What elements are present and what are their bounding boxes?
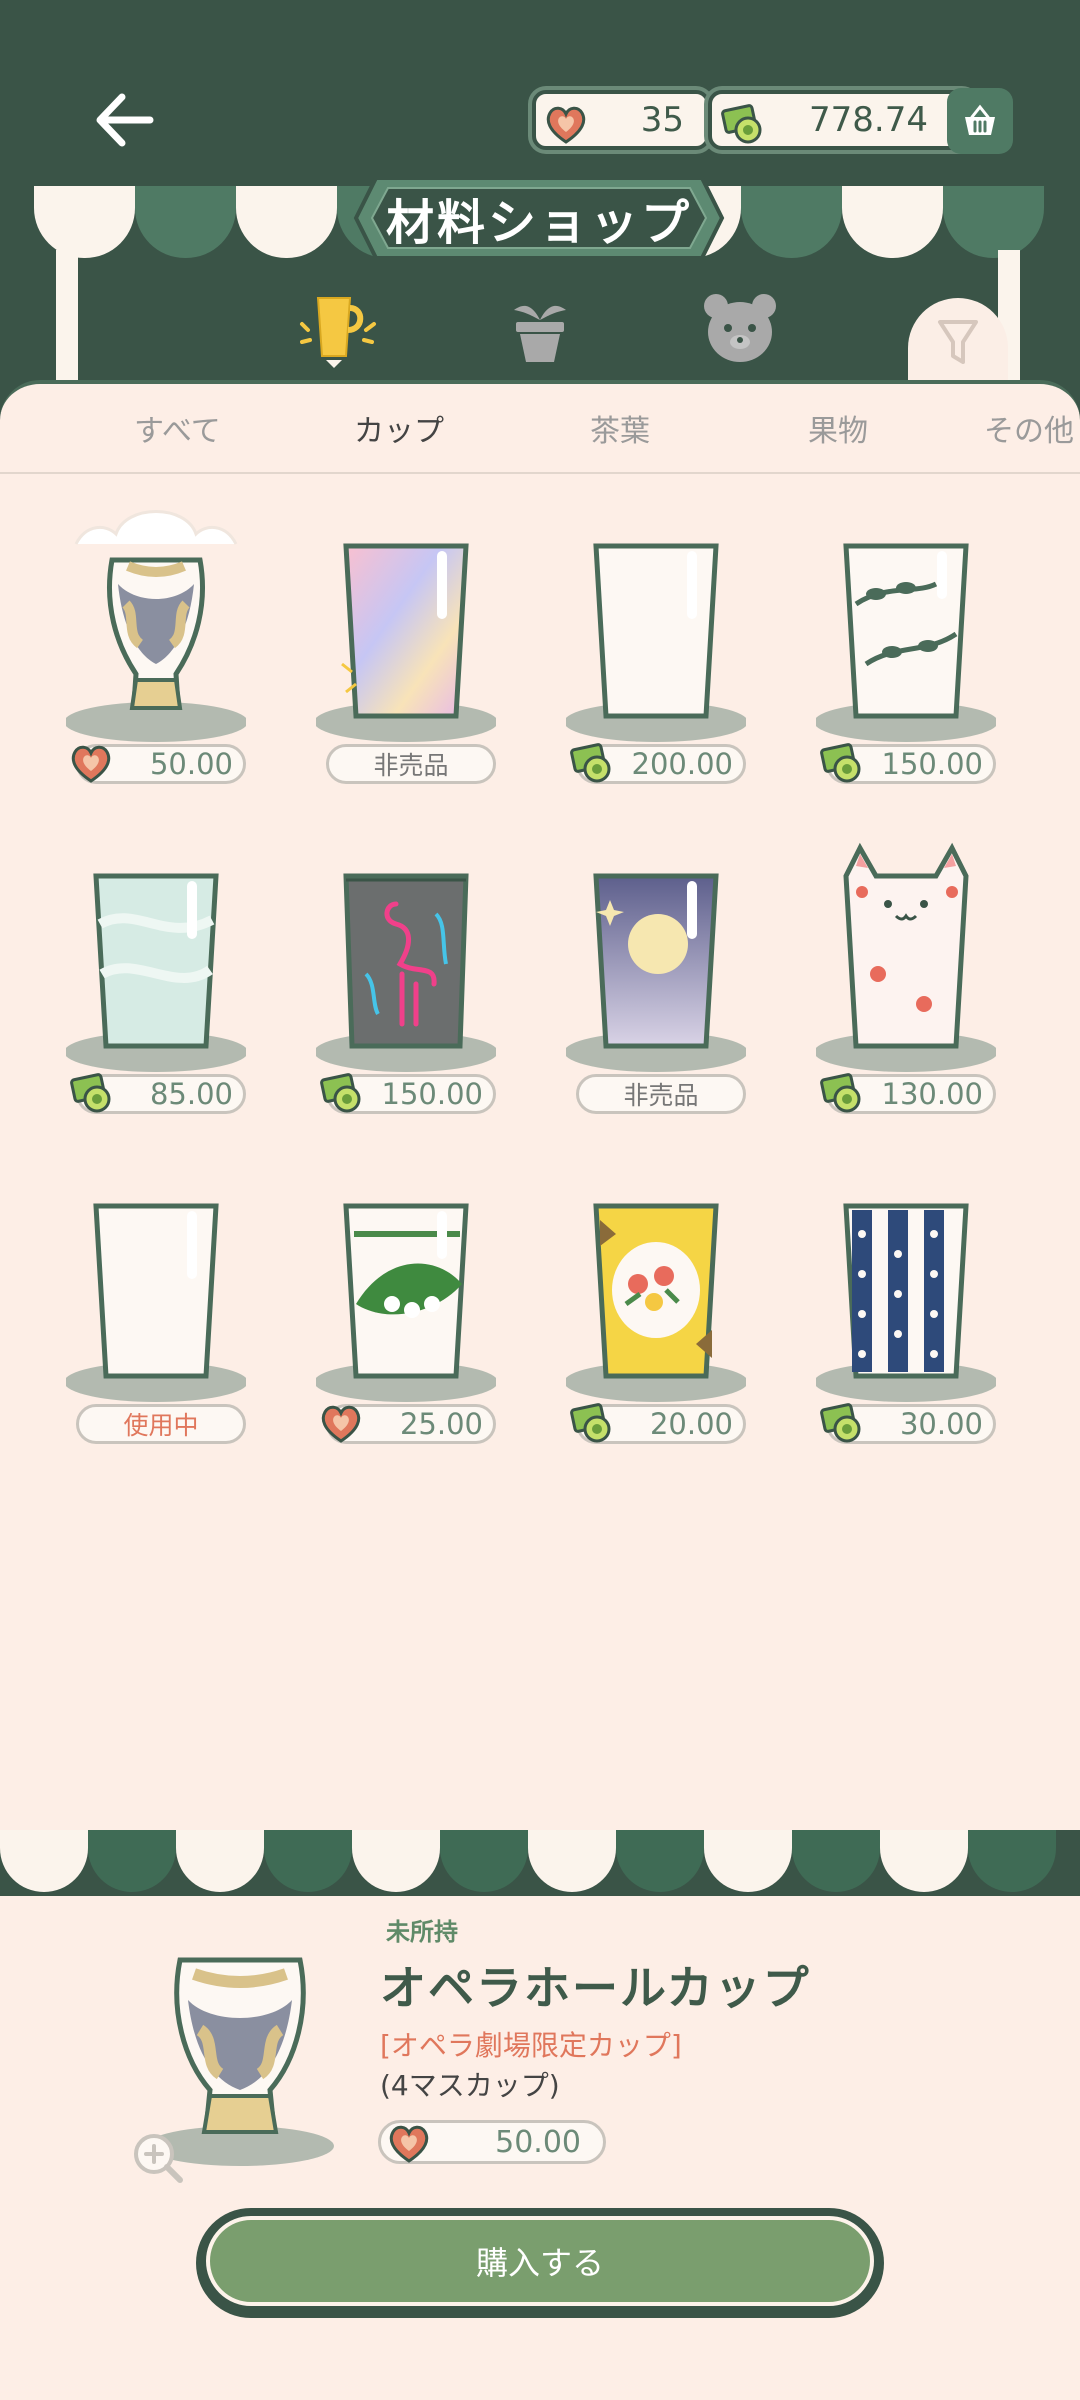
cash-icon <box>820 743 861 783</box>
ownership-status: 未所持 <box>386 1918 458 1946</box>
price-tag: 85.00 <box>70 1073 246 1114</box>
tab-all[interactable]: すべて <box>134 406 221 450</box>
item-opera-cup[interactable]: 50.00 <box>56 494 256 794</box>
tab-tea-leaves[interactable]: 茶葉 <box>590 406 650 450</box>
item-vine-cup[interactable]: 150.00 <box>806 494 1006 794</box>
detail-price-value: 50.00 <box>495 2124 581 2160</box>
cash-icon <box>70 1073 111 1113</box>
price-tag: 非売品 <box>576 1074 746 1114</box>
price-value: 25.00 <box>399 1407 483 1441</box>
price-tag: 130.00 <box>820 1073 996 1114</box>
hearts-value: 35 <box>640 100 684 140</box>
tab-fruit[interactable]: 果物 <box>808 406 868 450</box>
hearts-counter: 35 <box>532 90 710 150</box>
heart-icon <box>321 1405 361 1443</box>
item-yellow-flower-cup[interactable]: 20.00 <box>556 1154 756 1454</box>
filter-icon <box>938 320 978 364</box>
tab-pointer <box>330 384 354 388</box>
item-size: (4マスカップ) <box>380 2069 560 2102</box>
item-flamingo-cup[interactable]: 150.00 <box>306 824 506 1124</box>
price-tag: 20.00 <box>570 1403 746 1444</box>
item-subtitle: [オペラ劇場限定カップ] <box>380 2029 682 2062</box>
price-tag: 150.00 <box>820 743 996 784</box>
cup-icon[interactable] <box>298 290 378 370</box>
item-blue-dots-cup[interactable]: 30.00 <box>806 1154 1006 1454</box>
cash-icon <box>820 1403 861 1443</box>
detail-price-tag: 50.00 <box>378 2120 606 2164</box>
title-plaque: 材料ショップ <box>346 168 732 268</box>
price-tag: 30.00 <box>820 1403 996 1444</box>
basket-button[interactable] <box>947 88 1013 154</box>
cash-icon <box>570 1403 611 1443</box>
cash-icon <box>320 1073 361 1113</box>
cash-icon <box>820 1073 861 1113</box>
price-value: 20.00 <box>649 1407 733 1441</box>
price-tag: 150.00 <box>320 1073 496 1114</box>
item-marble-cup[interactable]: 85.00 <box>56 824 256 1124</box>
back-arrow-icon[interactable] <box>90 85 160 155</box>
heart-icon <box>71 745 111 783</box>
price-value: 30.00 <box>899 1407 983 1441</box>
item-name: オペラホールカップ <box>380 1961 811 2015</box>
buy-button[interactable]: 購入する <box>196 2208 884 2318</box>
item-cat-cup[interactable]: 130.00 <box>806 824 1006 1124</box>
money-value: 778.74 <box>809 100 928 140</box>
tab-other[interactable]: その他 <box>984 406 1074 450</box>
item-lily-cup[interactable]: 25.00 <box>306 1154 506 1454</box>
cash-icon <box>570 743 611 783</box>
price-tag: 50.00 <box>71 744 246 784</box>
price-value: 非売品 <box>623 1081 699 1110</box>
top-bar: 35 778.74 材料ショップ <box>0 0 1080 388</box>
heart-icon <box>389 2125 429 2163</box>
cash-icon <box>721 104 762 144</box>
price-value: 150.00 <box>381 1077 483 1111</box>
price-tag: 200.00 <box>570 743 746 784</box>
item-rainbow-cup[interactable]: 非売品 <box>306 494 506 794</box>
price-value: 非売品 <box>373 751 449 780</box>
item-plain-glass-cup[interactable]: 200.00 <box>556 494 756 794</box>
money-counter: 778.74 <box>708 90 976 150</box>
bear-icon[interactable] <box>700 290 780 370</box>
category-tabs: すべて カップ 茶葉 果物 その他 <box>0 384 1080 474</box>
page-title: 材料ショップ <box>385 195 692 251</box>
item-panel: すべて カップ 茶葉 果物 その他 50.00 非売品 200.00 150.0… <box>0 380 1080 1830</box>
price-value: 85.00 <box>149 1077 233 1111</box>
zoom-in-icon[interactable] <box>130 2130 186 2186</box>
price-tag: 非売品 <box>326 744 496 784</box>
item-moon-cup[interactable]: 非売品 <box>556 824 756 1124</box>
price-tag: 25.00 <box>321 1404 496 1444</box>
plant-pot-icon[interactable] <box>500 290 580 370</box>
price-value: 150.00 <box>881 747 983 781</box>
filter-button[interactable] <box>908 298 1008 388</box>
price-value: 200.00 <box>631 747 733 781</box>
buy-button-label: 購入する <box>206 2216 874 2306</box>
detail-panel: 未所持 オペラホールカップ [オペラ劇場限定カップ] (4マスカップ) 50.0… <box>0 1830 1080 2400</box>
basket-icon <box>965 104 995 135</box>
in-use-label: 使用中 <box>123 1411 199 1440</box>
awning-post-left <box>56 250 78 380</box>
tab-cup[interactable]: カップ <box>354 406 444 450</box>
heart-icon <box>546 106 586 144</box>
price-tag: 使用中 <box>76 1404 246 1444</box>
item-basic-cup[interactable]: 使用中 <box>56 1154 256 1454</box>
price-value: 130.00 <box>881 1077 983 1111</box>
currency-bar: 35 778.74 <box>532 88 1013 154</box>
detail-awning <box>0 1830 1080 1896</box>
price-value: 50.00 <box>149 747 233 781</box>
